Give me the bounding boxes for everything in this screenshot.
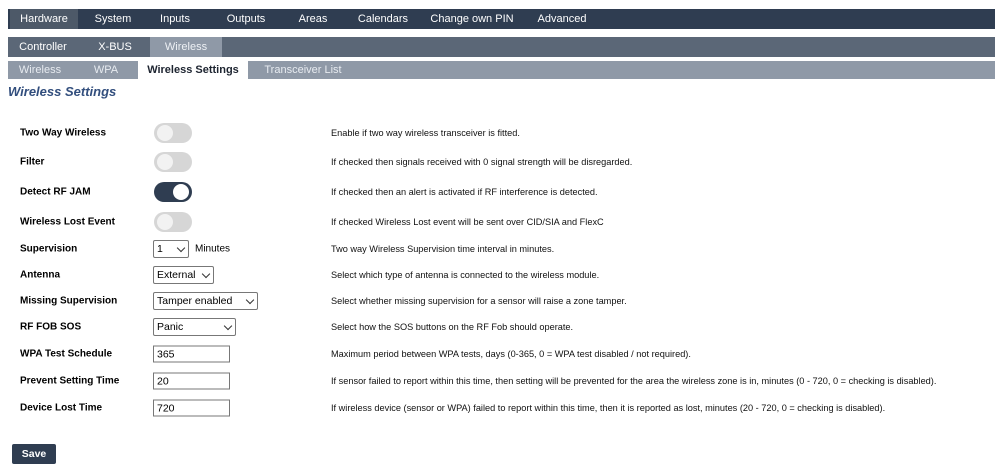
setting-description: If checked Wireless Lost event will be s… [331, 217, 604, 227]
setting-label: Wireless Lost Event [20, 216, 115, 228]
filter-toggle[interactable] [154, 152, 192, 172]
wireless-lost-event-toggle[interactable] [154, 212, 192, 232]
setting-label: Supervision [20, 243, 78, 255]
wpa-test-schedule-input[interactable] [153, 345, 230, 363]
two-way-wireless-toggle[interactable] [154, 123, 192, 143]
select-value: Panic [157, 321, 184, 333]
setting-row-antenna: Antenna External Select which type of an… [0, 265, 995, 285]
setting-row-filter: Filter If checked then signals received … [0, 152, 995, 172]
setting-label: Missing Supervision [20, 295, 118, 307]
tab-hardware[interactable]: Hardware [10, 9, 78, 29]
device-lost-time-input[interactable] [153, 399, 230, 417]
toggle-knob [157, 154, 173, 170]
detect-rf-jam-toggle[interactable] [154, 182, 192, 202]
tab-wireless-sub[interactable]: Wireless [10, 61, 70, 79]
setting-label: Prevent Setting Time [20, 375, 120, 387]
setting-description: If wireless device (sensor or WPA) faile… [331, 403, 886, 413]
tab-x-bus[interactable]: X-BUS [82, 37, 148, 57]
tab-wireless[interactable]: Wireless [150, 37, 222, 57]
rf-fob-sos-select[interactable]: Panic [153, 318, 236, 336]
tab-calendars[interactable]: Calendars [353, 9, 413, 29]
save-button[interactable]: Save [12, 444, 56, 464]
setting-row-prevent-setting-time: Prevent Setting Time If sensor failed to… [0, 371, 995, 391]
toggle-knob [157, 214, 173, 230]
setting-label: RF FOB SOS [20, 321, 82, 333]
setting-description: Select whether missing supervision for a… [331, 296, 627, 306]
setting-row-wpa-test-schedule: WPA Test Schedule Maximum period between… [0, 344, 995, 364]
setting-row-detect-rf-jam: Detect RF JAM If checked then an alert i… [0, 182, 995, 202]
setting-description: If checked then an alert is activated if… [331, 187, 598, 197]
toggle-knob [157, 125, 173, 141]
supervision-select[interactable]: 1 [153, 240, 189, 258]
setting-description: If checked then signals received with 0 … [331, 157, 633, 167]
tab-advanced[interactable]: Advanced [532, 9, 592, 29]
setting-description: Maximum period between WPA tests, days (… [331, 349, 691, 359]
tab-areas[interactable]: Areas [291, 9, 335, 29]
setting-row-device-lost-time: Device Lost Time If wireless device (sen… [0, 398, 995, 418]
chevron-down-icon [201, 269, 211, 279]
page-title: Wireless Settings [8, 84, 117, 99]
toggle-knob [173, 184, 189, 200]
setting-description: If sensor failed to report within this t… [331, 376, 937, 386]
chevron-down-icon [245, 295, 255, 305]
missing-supervision-select[interactable]: Tamper enabled [153, 292, 258, 310]
setting-row-rf-fob-sos: RF FOB SOS Panic Select how the SOS butt… [0, 317, 995, 337]
tab-system[interactable]: System [88, 9, 138, 29]
select-value: External [157, 269, 196, 281]
setting-row-two-way-wireless: Two Way Wireless Enable if two way wirel… [0, 123, 995, 143]
setting-row-missing-supervision: Missing Supervision Tamper enabled Selec… [0, 291, 995, 311]
tab-controller[interactable]: Controller [10, 37, 76, 57]
setting-label: Antenna [20, 269, 60, 281]
tab-outputs[interactable]: Outputs [221, 9, 271, 29]
setting-description: Select which type of antenna is connecte… [331, 270, 600, 280]
setting-label: Filter [20, 156, 45, 168]
tab-inputs[interactable]: Inputs [153, 9, 197, 29]
setting-label: Two Way Wireless [20, 127, 107, 139]
setting-label: Detect RF JAM [20, 186, 91, 198]
tab-transceiver-list[interactable]: Transceiver List [258, 61, 348, 79]
antenna-select[interactable]: External [153, 266, 214, 284]
setting-row-wireless-lost-event: Wireless Lost Event If checked Wireless … [0, 212, 995, 232]
main-nav: Hardware System Inputs Outputs Areas Cal… [8, 9, 995, 29]
setting-description: Enable if two way wireless transceiver i… [331, 128, 520, 138]
prevent-setting-time-input[interactable] [153, 372, 230, 390]
setting-label: WPA Test Schedule [20, 348, 113, 360]
supervision-unit: Minutes [195, 243, 231, 255]
select-value: Tamper enabled [157, 295, 233, 307]
tab-change-own-pin[interactable]: Change own PIN [424, 9, 520, 29]
chevron-down-icon [223, 321, 233, 331]
tab-wpa[interactable]: WPA [80, 61, 132, 79]
setting-label: Device Lost Time [20, 402, 103, 414]
chevron-down-icon [176, 243, 186, 253]
select-value: 1 [157, 243, 163, 255]
tab-wireless-settings[interactable]: Wireless Settings [138, 61, 248, 79]
sub-nav: Controller X-BUS Wireless [8, 37, 995, 57]
setting-description: Select how the SOS buttons on the RF Fob… [331, 322, 574, 332]
setting-description: Two way Wireless Supervision time interv… [331, 244, 555, 254]
subsub-nav: Wireless WPA Wireless Settings Transceiv… [8, 61, 995, 79]
setting-row-supervision: Supervision 1 Minutes Two way Wireless S… [0, 239, 995, 259]
